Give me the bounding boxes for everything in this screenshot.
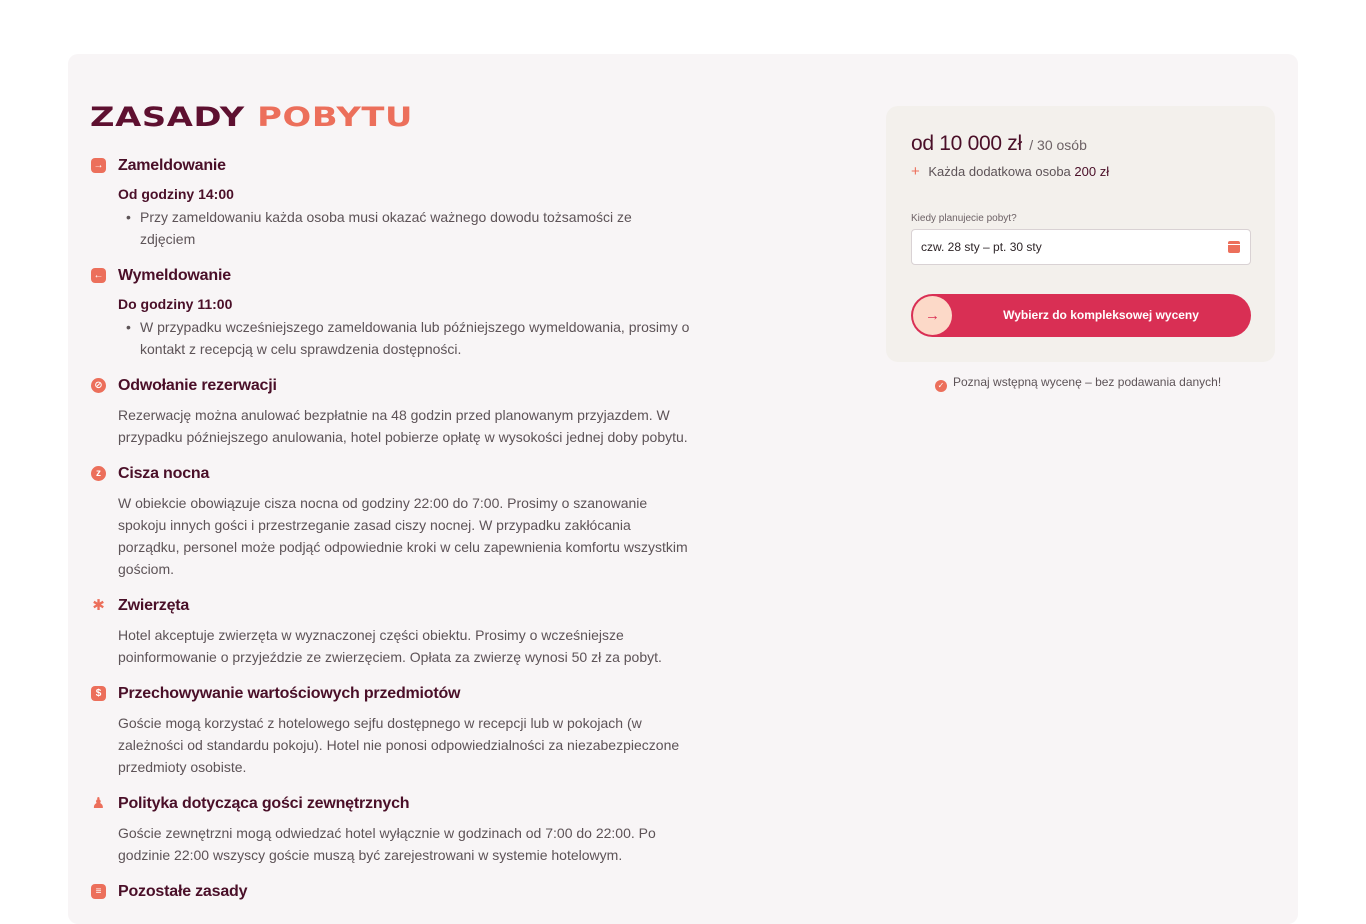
- rule-text: Hotel akceptuje zwierzęta w wyznaczonej …: [118, 627, 662, 665]
- checkin-icon: →: [91, 158, 106, 173]
- rule-text: Rezerwację można anulować bezpłatnie na …: [118, 407, 688, 445]
- money-bag-icon: $: [91, 686, 106, 701]
- rule-pets: ✱ Zwierzęta Hotel akceptuje zwierzęta w …: [90, 594, 690, 668]
- rule-bullet: Przy zameldowaniu każda osoba musi okaza…: [118, 206, 690, 250]
- rule-title: Polityka dotycząca gości zewnętrznych: [118, 795, 410, 812]
- rule-valuables: $ Przechowywanie wartościowych przedmiot…: [90, 682, 690, 778]
- rules-list: → Zameldowanie Od godziny 14:00 Przy zam…: [90, 154, 690, 918]
- cancel-icon: ⊘: [91, 378, 106, 393]
- title-part-1: ZASADY: [90, 102, 245, 133]
- date-label: Kiedy planujecie pobyt?: [911, 213, 1017, 224]
- paw-icon: ✱: [92, 597, 105, 614]
- rule-bullets: Przy zameldowaniu każda osoba musi okaza…: [118, 206, 690, 250]
- rule-title: Zwierzęta: [118, 597, 190, 614]
- rule-bullets: W przypadku wcześniejszego zameldowania …: [118, 316, 690, 360]
- rule-bullet: W przypadku wcześniejszego zameldowania …: [118, 316, 690, 360]
- alarm-clock-icon: z: [91, 466, 106, 481]
- check-badge-icon: ✓: [935, 380, 947, 392]
- price-block: od 10 000 zł / 30 osób: [911, 132, 1087, 156]
- rule-title: Wymeldowanie: [118, 267, 231, 284]
- select-quote-button[interactable]: → Wybierz do kompleksowej wyceny: [911, 294, 1251, 337]
- extra-person-amount: 200 zł: [1074, 164, 1110, 179]
- rule-title: Pozostałe zasady: [118, 883, 248, 900]
- rule-title: Przechowywanie wartościowych przedmiotów: [118, 685, 461, 702]
- plus-icon: +: [911, 163, 920, 180]
- price-amount: od 10 000 zł: [911, 132, 1022, 155]
- rule-quiet-hours: z Cisza nocna W obiekcie obowiązuje cisz…: [90, 462, 690, 580]
- quote-note: ✓ Poznaj wstępną wycenę – bez podawania d…: [935, 375, 1221, 392]
- rule-checkin: → Zameldowanie Od godziny 14:00 Przy zam…: [90, 154, 690, 250]
- guest-icon: ♟: [91, 795, 106, 812]
- date-range-field[interactable]: czw. 28 sty – pt. 30 sty: [911, 229, 1251, 265]
- extra-person-label: Każda dodatkowa osoba: [928, 164, 1071, 179]
- title-part-2: POBYTU: [257, 102, 414, 133]
- quote-note-text: Poznaj wstępną wycenę – bez podawania da…: [953, 375, 1222, 389]
- extra-person-fee: + Każda dodatkowa osoba 200 zł: [911, 163, 1109, 180]
- rule-text: W obiekcie obowiązuje cisza nocna od god…: [118, 495, 688, 577]
- price-per-group: / 30 osób: [1029, 137, 1087, 153]
- date-range-value: czw. 28 sty – pt. 30 sty: [921, 240, 1042, 254]
- rule-other: ≡ Pozostałe zasady: [90, 880, 690, 904]
- rule-text: Goście mogą korzystać z hotelowego sejfu…: [118, 715, 680, 775]
- document-icon: ≡: [91, 884, 106, 899]
- cta-label: Wybierz do kompleksowej wyceny: [1003, 308, 1199, 322]
- rule-checkout: ← Wymeldowanie Do godziny 11:00 W przypa…: [90, 264, 690, 360]
- rule-external-guests: ♟ Polityka dotycząca gości zewnętrznych …: [90, 792, 690, 866]
- rule-title: Zameldowanie: [118, 157, 226, 174]
- rule-subtitle: Od godziny 14:00: [118, 186, 234, 202]
- rule-subtitle: Do godziny 11:00: [118, 296, 233, 312]
- checkout-icon: ←: [91, 268, 106, 283]
- arrow-right-icon: →: [913, 296, 952, 335]
- page-title: ZASADY POBYTU: [90, 102, 413, 133]
- rule-title: Odwołanie rezerwacji: [118, 377, 277, 394]
- rule-cancellation: ⊘ Odwołanie rezerwacji Rezerwację można …: [90, 374, 690, 448]
- rule-title: Cisza nocna: [118, 465, 210, 482]
- rule-text: Goście zewnętrzni mogą odwiedzać hotel w…: [118, 825, 656, 863]
- calendar-icon[interactable]: [1228, 241, 1240, 253]
